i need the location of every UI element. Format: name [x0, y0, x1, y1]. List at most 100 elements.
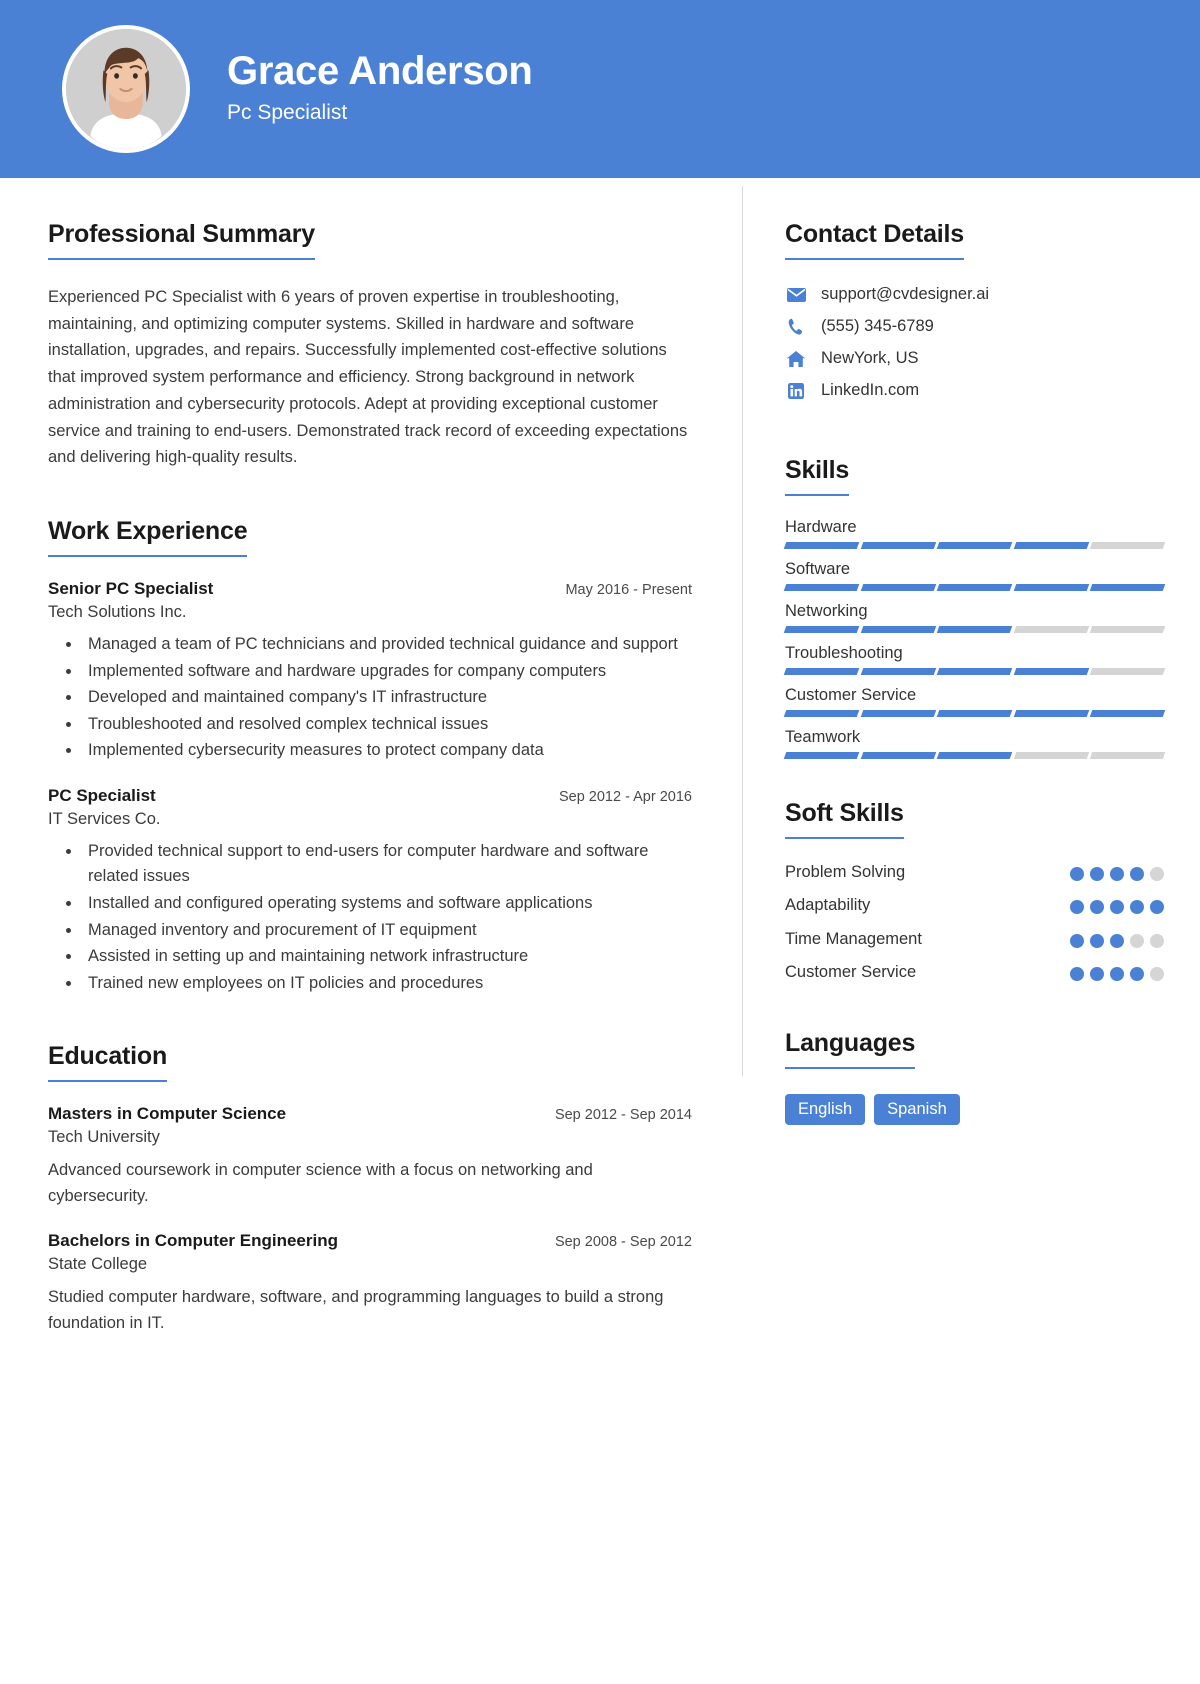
work-bullets: Managed a team of PC technicians and pro…: [82, 632, 692, 764]
skills-list: Hardware Software Networking Troubleshoo…: [783, 518, 1166, 759]
soft-skill-rating: [1070, 894, 1164, 915]
list-item: Troubleshooted and resolved complex tech…: [82, 712, 692, 738]
work-bullets: Provided technical support to end-users …: [82, 839, 692, 996]
language-chip: English: [785, 1093, 866, 1125]
rating-dot: [1110, 900, 1124, 915]
avatar: [62, 25, 190, 153]
soft-skills-list: Problem Solving Adaptability Time Manage…: [785, 861, 1164, 985]
skill-segment: [1013, 668, 1089, 675]
main-column: Professional Summary Experienced PC Spec…: [0, 178, 742, 1336]
list-item: Developed and maintained company's IT in…: [82, 685, 692, 711]
skill-segment: [860, 584, 936, 591]
language-chip: Spanish: [874, 1093, 960, 1125]
list-item: Implemented cybersecurity measures to pr…: [82, 738, 692, 764]
skill-item: Teamwork: [783, 728, 1166, 759]
section-title-contact: Contact Details: [785, 220, 964, 260]
work-date: Sep 2012 - Apr 2016: [558, 788, 692, 805]
rating-dot: [1130, 867, 1144, 881]
education-degree: Masters in Computer Science: [48, 1104, 287, 1124]
skill-item: Customer Service: [783, 686, 1166, 717]
contact-value: support@cvdesigner.ai: [821, 285, 990, 303]
contact-item-email[interactable]: support@cvdesigner.ai: [785, 285, 1164, 304]
rating-dot: [1150, 867, 1164, 881]
skill-item: Software: [783, 560, 1166, 591]
education-degree: Bachelors in Computer Engineering: [48, 1231, 338, 1251]
list-item: Installed and configured operating syste…: [82, 891, 692, 917]
skill-segment: [783, 542, 859, 549]
skill-level-bar: [783, 752, 1166, 759]
skill-label: Customer Service: [785, 686, 917, 704]
skill-segment: [1090, 542, 1166, 549]
skill-segment: [1090, 626, 1166, 633]
soft-skill-rating: [1070, 928, 1164, 948]
rating-dot: [1110, 967, 1124, 982]
envelope-icon: [785, 286, 807, 304]
skill-segment: [1090, 668, 1166, 675]
soft-skill-item: Time Management: [785, 928, 1164, 951]
rating-dot: [1070, 900, 1084, 915]
soft-skill-rating: [1070, 861, 1164, 881]
rating-dot: [1150, 900, 1164, 915]
skill-level-bar: [783, 584, 1166, 591]
home-icon: [785, 350, 807, 368]
resume-header: Grace Anderson Pc Specialist: [0, 0, 1200, 178]
rating-dot: [1090, 933, 1104, 948]
skill-segment: [1013, 710, 1089, 717]
skill-label: Troubleshooting: [785, 644, 903, 662]
rating-dot: [1090, 900, 1104, 915]
contact-item-phone[interactable]: (555) 345-6789: [785, 317, 1164, 336]
candidate-role: Pc Specialist: [227, 100, 348, 124]
skill-level-bar: [783, 626, 1166, 633]
header-text: Grace Anderson Pc Specialist: [227, 48, 533, 131]
list-item: Assisted in setting up and maintaining n…: [82, 944, 692, 970]
rating-dot: [1130, 933, 1144, 948]
section-title-languages: Languages: [785, 1029, 915, 1069]
skill-label: Networking: [785, 602, 868, 620]
contact-item-linkedin[interactable]: LinkedIn.com: [785, 381, 1164, 400]
section-title-summary: Professional Summary: [48, 220, 315, 260]
skill-level-bar: [783, 668, 1166, 675]
section-contact-details: Contact Details support@cvdesigner.ai (5…: [785, 220, 1164, 400]
contact-item-location[interactable]: NewYork, US: [785, 349, 1164, 368]
summary-text: Experienced PC Specialist with 6 years o…: [48, 288, 688, 467]
soft-skill-rating: [1070, 961, 1164, 982]
work-entry-head: PC Specialist Sep 2012 - Apr 2016: [48, 786, 692, 806]
list-item: Managed inventory and procurement of IT …: [82, 918, 692, 944]
rating-dot: [1150, 933, 1164, 948]
list-item: Implemented software and hardware upgrad…: [82, 659, 692, 685]
soft-skill-label: Customer Service: [785, 963, 917, 982]
work-entry: PC Specialist Sep 2012 - Apr 2016 IT Ser…: [48, 786, 692, 996]
work-entry: Senior PC Specialist May 2016 - Present …: [48, 579, 692, 764]
rating-dot: [1090, 967, 1104, 982]
skill-level-bar: [783, 542, 1166, 549]
work-date: May 2016 - Present: [565, 582, 692, 599]
list-item: Managed a team of PC technicians and pro…: [82, 632, 692, 658]
skill-label: Software: [785, 560, 851, 578]
education-entry-head: Masters in Computer Science Sep 2012 - S…: [48, 1104, 692, 1124]
skill-segment: [936, 584, 1013, 591]
skill-segment: [1013, 752, 1089, 759]
education-entry-head: Bachelors in Computer Engineering Sep 20…: [48, 1231, 692, 1251]
rating-dot: [1130, 900, 1144, 915]
soft-skill-label: Time Management: [785, 929, 922, 948]
skill-item: Hardware: [783, 518, 1166, 549]
skill-item: Troubleshooting: [783, 644, 1166, 675]
section-work-experience: Work Experience Senior PC Specialist May…: [48, 517, 692, 996]
soft-skill-item: Problem Solving: [785, 861, 1164, 884]
section-education: Education Masters in Computer Science Se…: [48, 1042, 692, 1336]
work-entry-head: Senior PC Specialist May 2016 - Present: [48, 579, 692, 599]
list-item: Provided technical support to end-users …: [82, 839, 692, 890]
sidebar-column: Contact Details support@cvdesigner.ai (5…: [743, 178, 1200, 1336]
rating-dot: [1090, 867, 1104, 881]
education-school: Tech University: [48, 1128, 160, 1147]
rating-dot: [1070, 967, 1084, 982]
soft-skill-item: Adaptability: [785, 894, 1164, 917]
skill-segment: [860, 542, 936, 549]
skill-item: Networking: [783, 602, 1166, 633]
rating-dot: [1110, 867, 1124, 881]
contact-value: (555) 345-6789: [821, 317, 934, 335]
person-photo-icon: [66, 29, 186, 149]
education-date: Sep 2008 - Sep 2012: [554, 1234, 692, 1251]
soft-skill-label: Problem Solving: [785, 863, 906, 881]
languages-list: English Spanish: [785, 1093, 1164, 1125]
